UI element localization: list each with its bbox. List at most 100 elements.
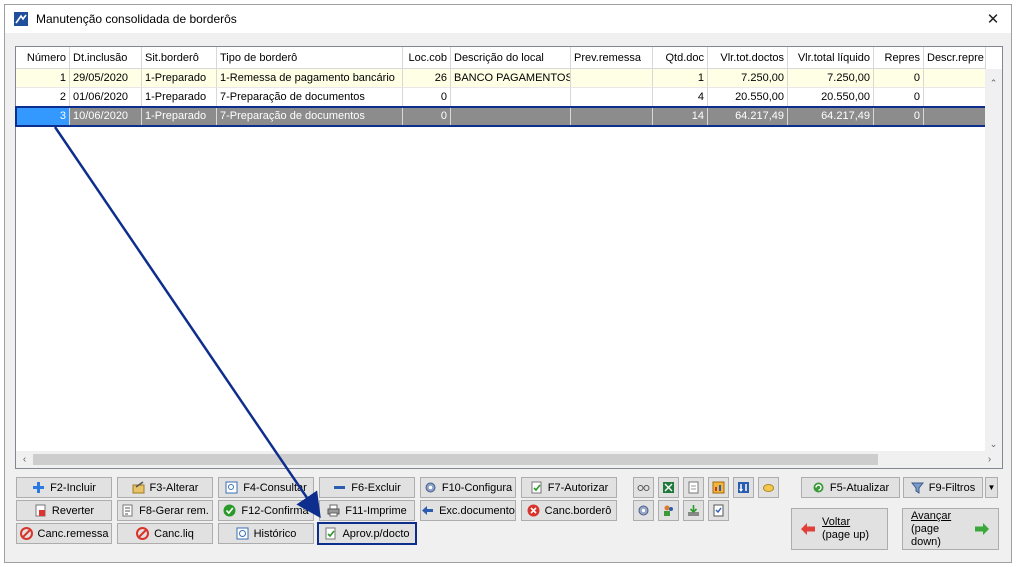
column-header[interactable]: Dt.inclusão <box>70 47 142 69</box>
canc-liq-button[interactable]: Canc.liq <box>117 523 213 544</box>
column-header[interactable]: Descr.repre <box>924 47 986 69</box>
table-cell: 0 <box>874 107 924 126</box>
table-cell: 0 <box>403 107 451 126</box>
table-cell: 26 <box>403 69 451 88</box>
sort-icon[interactable] <box>733 477 754 498</box>
reverter-button[interactable]: Reverter <box>16 500 112 521</box>
table-cell <box>571 88 653 107</box>
table-cell: 1-Preparado <box>142 107 217 126</box>
table-row[interactable]: 3 10/06/2020 1-Preparado 7-Preparação de do… <box>15 106 987 127</box>
refresh-icon <box>812 481 825 494</box>
window-title: Manutenção consolidada de borderôs <box>36 12 237 26</box>
table-cell: 2 <box>16 88 70 107</box>
chart-report-icon[interactable] <box>708 477 729 498</box>
minus-icon <box>333 481 346 494</box>
table-cell: 0 <box>874 88 924 107</box>
table-cell: 4 <box>653 88 708 107</box>
approve-document-icon <box>324 527 337 540</box>
grid-header: Número Dt.inclusão Sit.borderô Tipo de bord… <box>16 47 986 69</box>
column-header[interactable]: Prev.remessa <box>571 47 653 69</box>
historico-button[interactable]: Histórico <box>218 523 314 544</box>
glasses-icon[interactable] <box>633 477 654 498</box>
f4-label: F4-Consultar <box>243 481 307 494</box>
f3-alterar-button[interactable]: F3-Alterar <box>117 477 213 498</box>
f11-label: F11-Imprime <box>345 504 407 517</box>
canc-liq-label: Canc.liq <box>154 527 194 540</box>
cancel-icon <box>527 504 540 517</box>
f7-autorizar-button[interactable]: F7-Autorizar <box>521 477 617 498</box>
vertical-scrollbar[interactable]: ⌃ ⌄ <box>985 69 1002 453</box>
settings-icon[interactable] <box>633 500 654 521</box>
table-row[interactable]: 2 01/06/2020 1-Preparado 7-Preparação de do… <box>16 88 986 107</box>
gear-icon <box>424 481 437 494</box>
f10-configura-button[interactable]: F10-Configura <box>420 477 516 498</box>
f12-confirma-button[interactable]: F12-Confirma <box>218 500 314 521</box>
column-header[interactable]: Descrição do local <box>451 47 571 69</box>
table-cell <box>571 69 653 88</box>
f2-incluir-button[interactable]: F2-Incluir <box>16 477 112 498</box>
f11-imprime-button[interactable]: F11-Imprime <box>319 500 415 521</box>
filters-dropdown-button[interactable]: ▼ <box>985 477 998 498</box>
table-cell: 14 <box>653 107 708 126</box>
avancar-label-line2: (page down) <box>911 522 941 548</box>
table-row[interactable]: 1 29/05/2020 1-Preparado 1-Remessa de pagam… <box>16 69 986 88</box>
column-header[interactable]: Loc.cob <box>403 47 451 69</box>
table-cell: 29/05/2020 <box>70 69 142 88</box>
column-header[interactable]: Vlr.tot.doctos <box>708 47 788 69</box>
f8-label: F8-Gerar rem. <box>139 504 209 517</box>
scroll-thumb[interactable] <box>33 454 878 465</box>
f8-gerar-rem-button[interactable]: F8-Gerar rem. <box>117 500 213 521</box>
horizontal-scrollbar[interactable]: ‹ › <box>16 451 1002 468</box>
table-cell: 1-Preparado <box>142 88 217 107</box>
close-icon[interactable]: ✕ <box>983 9 1003 29</box>
scroll-right-icon[interactable]: › <box>981 451 998 468</box>
scroll-up-icon[interactable]: ⌃ <box>985 75 1002 92</box>
table-cell: 7-Preparação de documentos <box>217 107 403 126</box>
f5-label: F5-Atualizar <box>829 481 890 494</box>
column-header[interactable]: Número <box>16 47 70 69</box>
f4-consultar-button[interactable]: F4-Consultar <box>218 477 314 498</box>
f6-excluir-button[interactable]: F6-Excluir <box>319 477 415 498</box>
canc-bordero-label: Canc.borderô <box>544 504 612 517</box>
table-cell: 7-Preparação de documentos <box>217 88 403 107</box>
f5-atualizar-button[interactable]: F5-Atualizar <box>801 477 900 498</box>
users-icon[interactable] <box>658 500 679 521</box>
table-cell: 0 <box>874 69 924 88</box>
canc-bordero-button[interactable]: Canc.borderô <box>521 500 617 521</box>
column-header[interactable]: Qtd.doc <box>653 47 708 69</box>
table-cell: 0 <box>403 88 451 107</box>
grid-rows: 1 29/05/2020 1-Preparado 1-Remessa de pagam… <box>15 69 987 127</box>
f9-filtros-button[interactable]: F9-Filtros <box>903 477 983 498</box>
f10-label: F10-Configura <box>441 481 513 494</box>
table-cell: 64.217,49 <box>788 107 874 126</box>
table-cell: 3 <box>16 107 70 126</box>
table-cell: 64.217,49 <box>708 107 788 126</box>
table-cell: BANCO PAGAMENTOS <box>451 69 571 88</box>
column-header[interactable]: Vlr.total líquido <box>788 47 874 69</box>
table-cell: 7.250,00 <box>788 69 874 88</box>
avancar-button[interactable]: Avançar (page down) <box>902 508 999 550</box>
aprov-p-docto-button[interactable]: Aprov.p/docto <box>317 522 417 545</box>
printer-icon <box>327 504 340 517</box>
table-cell: 20.550,00 <box>788 88 874 107</box>
app-logo-icon <box>14 12 28 26</box>
column-header[interactable]: Repres <box>874 47 924 69</box>
canc-remessa-button[interactable]: Canc.remessa <box>16 523 112 544</box>
exc-documento-button[interactable]: Exc.documento <box>420 500 516 521</box>
main-window: Manutenção consolidada de borderôs ✕ Núm… <box>4 4 1012 563</box>
voltar-label-line1: Voltar <box>822 516 851 528</box>
excel-export-icon[interactable] <box>658 477 679 498</box>
bordero-grid[interactable]: Número Dt.inclusão Sit.borderô Tipo de bord… <box>15 46 1003 469</box>
title-bar: Manutenção consolidada de borderôs ✕ <box>5 5 1011 33</box>
voltar-label-line2: (page up) <box>822 529 870 541</box>
column-header[interactable]: Sit.borderô <box>142 47 217 69</box>
f12-label: F12-Confirma <box>241 504 309 517</box>
column-header[interactable]: Tipo de borderô <box>217 47 403 69</box>
authorize-document-icon <box>530 481 543 494</box>
document-icon[interactable] <box>683 477 704 498</box>
checklist-icon[interactable] <box>708 500 729 521</box>
voltar-button[interactable]: Voltar (page up) <box>791 508 888 550</box>
hand-icon[interactable] <box>758 477 779 498</box>
download-icon[interactable] <box>683 500 704 521</box>
scroll-left-icon[interactable]: ‹ <box>16 451 33 468</box>
